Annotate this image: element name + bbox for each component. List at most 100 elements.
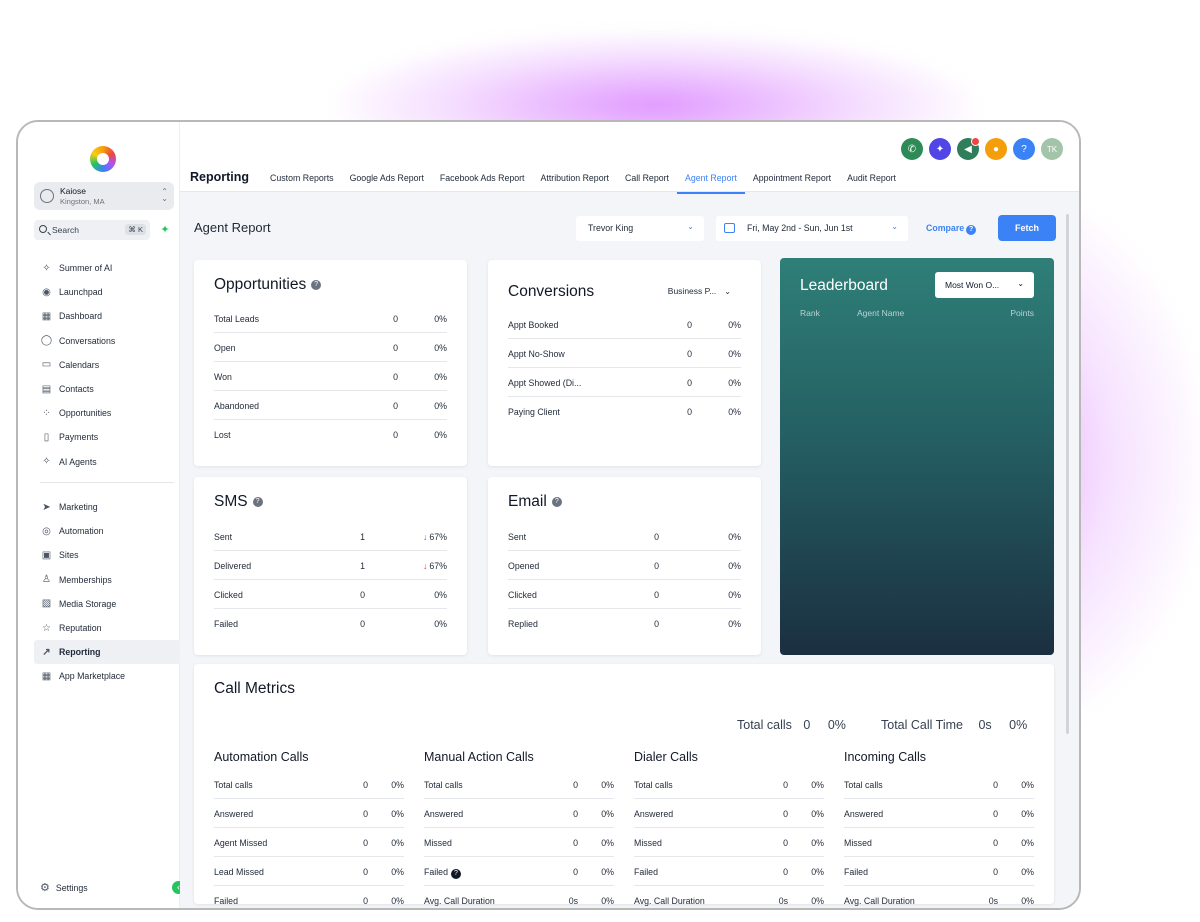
- metric-count: 0: [687, 407, 692, 417]
- tab-attribution-report[interactable]: Attribution Report: [533, 166, 617, 194]
- call-metric-label-text: Answered: [844, 809, 884, 819]
- email-title-text: Email: [508, 493, 547, 510]
- automation-icon: ◎: [42, 525, 51, 537]
- sidebar-item-automation[interactable]: ◎ Automation: [34, 519, 180, 543]
- business-dropdown[interactable]: Business P... ⌄: [668, 286, 731, 296]
- help-icon[interactable]: ?: [311, 280, 322, 290]
- total-calls-value: 0: [803, 718, 811, 732]
- scrollbar[interactable]: [1066, 214, 1069, 734]
- bell-icon[interactable]: ●: [985, 138, 1007, 160]
- sidebar-item-sites[interactable]: ▣ Sites: [34, 543, 180, 567]
- call-metric-label: Total calls: [214, 780, 253, 790]
- chevron-down-icon: ⌄: [724, 287, 731, 296]
- account-switcher[interactable]: Kaiose Kingston, MA ⌃ ⌄: [34, 182, 174, 210]
- call-metric-percent: 0%: [1021, 867, 1034, 877]
- help-icon[interactable]: ?: [450, 869, 461, 879]
- date-range-picker[interactable]: Fri, May 2nd - Sun, Jun 1st ⌄: [716, 216, 908, 241]
- magic-icon[interactable]: ✦: [929, 138, 951, 160]
- phone-icon[interactable]: ✆: [901, 138, 923, 160]
- call-metric-label-text: Failed: [634, 867, 658, 877]
- nav-separator: [40, 482, 174, 483]
- agent-select[interactable]: Trevor King ⌄: [576, 216, 704, 241]
- search-input[interactable]: Search ⌘ K: [34, 220, 150, 240]
- sms-title-text: SMS: [214, 493, 248, 510]
- sidebar-item-media-storage[interactable]: ▨ Media Storage: [34, 592, 180, 616]
- call-metric-percent: 0%: [391, 867, 404, 877]
- sidebar-item-app-marketplace[interactable]: ▦ App Marketplace: [34, 664, 180, 688]
- call-column-manual-action-calls: Manual Action Calls Total calls 0 0% Answere…: [424, 750, 614, 908]
- sidebar-item-label: Opportunities: [59, 408, 112, 419]
- tab-custom-reports[interactable]: Custom Reports: [262, 166, 342, 194]
- metric-percent: 0%: [728, 619, 741, 629]
- sidebar-item-reporting[interactable]: ↗ Reporting: [34, 640, 180, 665]
- tab-google-ads-report[interactable]: Google Ads Report: [342, 166, 432, 194]
- sidebar-item-settings[interactable]: ⚙ Settings: [40, 881, 88, 894]
- opportunities-title: Opportunities?: [214, 276, 322, 294]
- sidebar-item-ai-agents[interactable]: ✧ AI Agents: [34, 450, 180, 474]
- metric-percent: 0%: [728, 561, 741, 571]
- metric-percent-value: 0%: [434, 314, 447, 324]
- metric-row: Failed 0 0%: [214, 609, 447, 638]
- sms-card: SMS? Sent 1 ↓ 67% Delivered 1 ↓ 67% Clicked 0 0% Fa…: [194, 477, 467, 655]
- leaderboard-metric-select[interactable]: Most Won O... ⌄: [935, 272, 1034, 298]
- avatar[interactable]: TK: [1041, 138, 1063, 160]
- metric-percent-value: 0%: [728, 349, 741, 359]
- sidebar-item-launchpad[interactable]: ◉ Launchpad: [34, 280, 180, 304]
- call-metric-percent: 0%: [1021, 838, 1034, 848]
- tab-facebook-ads-report[interactable]: Facebook Ads Report: [432, 166, 533, 194]
- device-frame: Kaiose Kingston, MA ⌃ ⌄ Search ⌘ K ✦ ✧ Sum…: [16, 120, 1081, 910]
- sidebar-item-summer-of-ai[interactable]: ✧ Summer of AI: [34, 256, 180, 280]
- metric-count: 1: [360, 532, 365, 542]
- tab-audit-report[interactable]: Audit Report: [839, 166, 904, 194]
- quick-action-sparkle-icon[interactable]: ✦: [156, 220, 174, 240]
- metric-percent: 0%: [728, 532, 741, 542]
- sidebar-item-conversations[interactable]: ◯ Conversations: [34, 329, 180, 353]
- sidebar-item-reputation[interactable]: ☆ Reputation: [34, 616, 180, 640]
- sidebar-item-opportunities[interactable]: ⁘ Opportunities: [34, 401, 180, 425]
- total-call-time-value: 0s: [978, 718, 992, 732]
- metric-row: Abandoned 0 0%: [214, 391, 447, 420]
- help-icon[interactable]: ?: [551, 497, 562, 507]
- fetch-button[interactable]: Fetch: [998, 215, 1056, 241]
- globe-icon: ▣: [41, 549, 52, 561]
- nav-secondary: ➤ Marketing ◎ Automation ▣ Sites ♙ Memberships ▨…: [34, 495, 180, 689]
- sidebar-item-calendars[interactable]: ▭ Calendars: [34, 353, 180, 377]
- call-metric-percent: 0%: [601, 838, 614, 848]
- chevron-down-icon: ⌄: [687, 222, 694, 231]
- help-icon[interactable]: ?: [252, 497, 263, 507]
- metric-label: Clicked: [508, 590, 537, 600]
- sidebar-item-payments[interactable]: ▯ Payments: [34, 425, 180, 449]
- metric-label: Failed: [214, 619, 238, 629]
- megaphone-icon[interactable]: ◀: [957, 137, 980, 160]
- call-metric-row: Missed 0 0%: [424, 828, 614, 857]
- metric-percent-value: 0%: [728, 532, 741, 542]
- call-metric-label-text: Missed: [844, 838, 872, 848]
- call-metric-label-text: Avg. Call Duration: [634, 896, 705, 906]
- sidebar-item-memberships[interactable]: ♙ Memberships: [34, 568, 180, 592]
- call-metric-percent: 0%: [1021, 780, 1034, 790]
- search-icon: [39, 225, 47, 233]
- sidebar-item-label: Launchpad: [59, 287, 103, 298]
- compare-toggle[interactable]: Compare?: [926, 223, 977, 235]
- help-icon[interactable]: ?: [1013, 138, 1035, 160]
- sidebar-item-marketing[interactable]: ➤ Marketing: [34, 495, 180, 519]
- call-metric-label-text: Missed: [634, 838, 662, 848]
- metric-row: Appt No-Show 0 0%: [508, 339, 741, 368]
- sidebar-item-contacts[interactable]: ▤ Contacts: [34, 377, 180, 401]
- call-metric-percent: 0%: [601, 780, 614, 790]
- metric-percent-value: 67%: [429, 532, 447, 542]
- metric-percent-value: 0%: [728, 619, 741, 629]
- metric-count: 0: [393, 372, 398, 382]
- metric-row: Sent 1 ↓ 67%: [214, 522, 447, 551]
- tab-call-report[interactable]: Call Report: [617, 166, 677, 194]
- call-metric-count: 0: [783, 838, 788, 848]
- sidebar-item-label: Reputation: [59, 623, 102, 634]
- call-metric-count: 0: [573, 838, 578, 848]
- metric-percent: 0%: [434, 430, 447, 440]
- tab-agent-report[interactable]: Agent Report: [677, 166, 745, 194]
- call-metric-percent: 0%: [811, 809, 824, 819]
- total-calls-summary: Total calls 0 0%: [737, 718, 846, 732]
- tab-appointment-report[interactable]: Appointment Report: [745, 166, 839, 194]
- sidebar-item-dashboard[interactable]: ▦ Dashboard: [34, 304, 180, 328]
- opportunities-rows: Total Leads 0 0% Open 0 0% Won 0 0% Abandoned 0 0% L…: [214, 304, 447, 449]
